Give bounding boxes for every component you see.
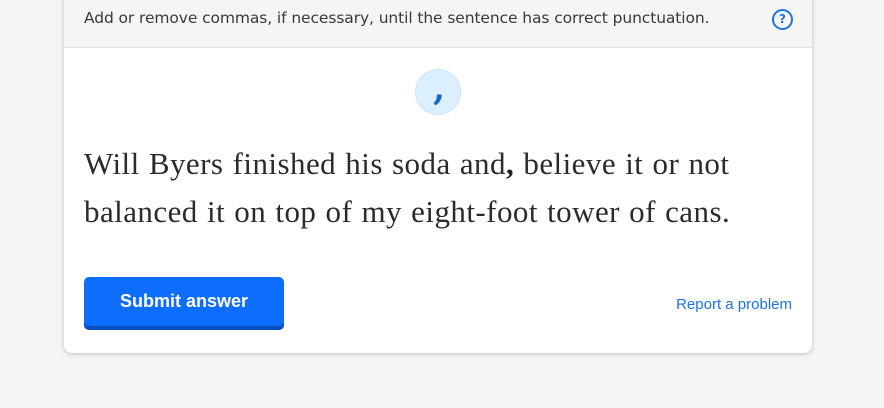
sentence-segment-before[interactable]: Will Byers finished his soda and — [84, 146, 506, 181]
sentence-text: Will Byers finished his soda and, believ… — [84, 140, 784, 236]
comma-icon: , — [433, 69, 445, 109]
question-circle-icon[interactable]: ? — [772, 9, 793, 30]
instruction-bar: Add or remove commas, if necessary, unti… — [64, 0, 812, 48]
instruction-text: Add or remove commas, if necessary, unti… — [84, 9, 710, 27]
submit-answer-button[interactable]: Submit answer — [84, 277, 284, 330]
comma-badge: , — [415, 69, 461, 115]
report-problem-link[interactable]: Report a problem — [676, 296, 792, 313]
exercise-card: Add or remove commas, if necessary, unti… — [64, 0, 812, 353]
inserted-comma[interactable]: , — [506, 146, 514, 181]
